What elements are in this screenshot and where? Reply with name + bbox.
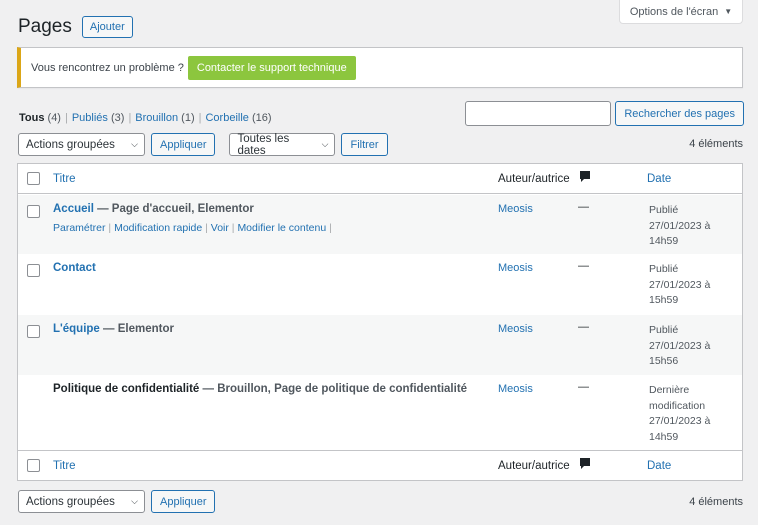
row-checkbox[interactable] xyxy=(27,205,40,218)
contact-support-button[interactable]: Contacter le support technique xyxy=(187,55,356,80)
chevron-down-icon: ⌵ xyxy=(131,139,138,149)
view-draft[interactable]: Brouillon (1) xyxy=(135,112,194,124)
action-view[interactable]: Voir xyxy=(211,222,229,234)
notice-text: Vous rencontrez un problème ? xyxy=(31,61,184,74)
bulk-actions-select[interactable]: Actions groupées ⌵ xyxy=(18,490,145,513)
status-filter-links: Tous (4) | Publiés (3) | Brouillon (1) | Corbe… xyxy=(19,112,272,124)
select-all-checkbox[interactable] xyxy=(27,459,40,472)
page-title-link[interactable]: Politique de confidentialité xyxy=(53,383,199,395)
screen-options-button[interactable]: Options de l'écran ▼ xyxy=(619,0,743,24)
table-row: Contact Meosis — Publié 27/01/2023 à 15h… xyxy=(18,254,742,315)
tablenav-bottom: Actions groupées ⌵ Appliquer xyxy=(18,490,216,513)
column-title-header[interactable]: Titre xyxy=(53,460,76,472)
row-checkbox[interactable] xyxy=(27,264,40,277)
view-trash[interactable]: Corbeille (16) xyxy=(205,112,271,124)
items-count: 4 éléments xyxy=(689,138,743,150)
search-pages-button[interactable]: Rechercher des pages xyxy=(615,101,744,126)
column-author-header: Auteur/autrice xyxy=(498,172,570,185)
row-author[interactable]: Meosis xyxy=(498,323,533,335)
row-date: Publié 27/01/2023 à 15h56 xyxy=(649,324,711,367)
table-row: Politique de confidentialité — Brouillon… xyxy=(18,375,742,450)
comment-icon xyxy=(579,457,591,474)
row-actions: Paramétrer | Modification rapide | Voir … xyxy=(53,222,332,234)
apply-button[interactable]: Appliquer xyxy=(151,133,216,156)
page-header: Pages Ajouter xyxy=(18,16,133,38)
support-notice: Vous rencontrez un problème ? Contacter … xyxy=(17,47,743,88)
row-author[interactable]: Meosis xyxy=(498,383,533,395)
screen-options-label: Options de l'écran xyxy=(629,5,719,18)
row-title: Politique de confidentialité — Brouillon… xyxy=(53,383,468,395)
row-date: Publié 27/01/2023 à 15h59 xyxy=(649,263,711,306)
comment-icon xyxy=(579,170,591,187)
action-quick-edit[interactable]: Modification rapide xyxy=(114,222,202,234)
row-checkbox[interactable] xyxy=(27,325,40,338)
table-footer: Titre Auteur/autrice Date xyxy=(18,450,742,480)
column-title-header[interactable]: Titre xyxy=(53,173,76,185)
row-author[interactable]: Meosis xyxy=(498,262,533,274)
search-box: Rechercher des pages xyxy=(465,101,744,126)
tablenav-top: Actions groupées ⌵ Appliquer Toutes les d… xyxy=(18,133,388,157)
action-settings[interactable]: Paramétrer xyxy=(53,222,106,234)
row-date: Publié 27/01/2023 à 14h59 xyxy=(649,204,711,247)
filter-button[interactable]: Filtrer xyxy=(341,133,388,156)
row-date: Dernière modification 27/01/2023 à 14h59 xyxy=(649,384,711,443)
view-all[interactable]: Tous (4) xyxy=(19,112,61,124)
caret-down-icon: ▼ xyxy=(724,7,733,16)
items-count: 4 éléments xyxy=(689,496,743,508)
apply-button[interactable]: Appliquer xyxy=(151,490,216,513)
row-comments: — xyxy=(578,381,589,393)
search-input[interactable] xyxy=(465,101,612,126)
row-comments: — xyxy=(578,260,589,272)
chevron-down-icon: ⌵ xyxy=(321,139,329,149)
add-page-button[interactable]: Ajouter xyxy=(81,16,133,38)
table-row: Accueil — Page d'accueil, Elementor Para… xyxy=(18,195,742,254)
pages-table: Titre Auteur/autrice Date Accueil — Page… xyxy=(17,163,743,481)
row-title: Accueil — Page d'accueil, Elementor xyxy=(53,203,254,215)
row-comments: — xyxy=(578,201,589,213)
table-header: Titre Auteur/autrice Date xyxy=(18,164,742,194)
select-all-checkbox[interactable] xyxy=(27,172,40,185)
action-edit-content[interactable]: Modifier le contenu xyxy=(237,222,326,234)
column-author-header: Auteur/autrice xyxy=(498,459,570,472)
row-title: L'équipe — Elementor xyxy=(53,323,174,335)
column-date-header[interactable]: Date xyxy=(647,460,671,472)
row-title: Contact xyxy=(53,262,96,274)
page-title-link[interactable]: Accueil xyxy=(53,203,94,215)
page-title-link[interactable]: Contact xyxy=(53,262,96,274)
column-date-header[interactable]: Date xyxy=(647,173,671,185)
chevron-down-icon: ⌵ xyxy=(131,496,138,506)
view-published[interactable]: Publiés (3) xyxy=(72,112,125,124)
table-row: L'équipe — Elementor Meosis — Publié 27/… xyxy=(18,315,742,375)
page-title-link[interactable]: L'équipe xyxy=(53,323,100,335)
page-title: Pages xyxy=(18,16,72,37)
row-comments: — xyxy=(578,321,589,333)
row-author[interactable]: Meosis xyxy=(498,203,533,215)
bulk-actions-select[interactable]: Actions groupées ⌵ xyxy=(18,133,145,156)
date-filter-select[interactable]: Toutes les dates ⌵ xyxy=(229,133,336,157)
